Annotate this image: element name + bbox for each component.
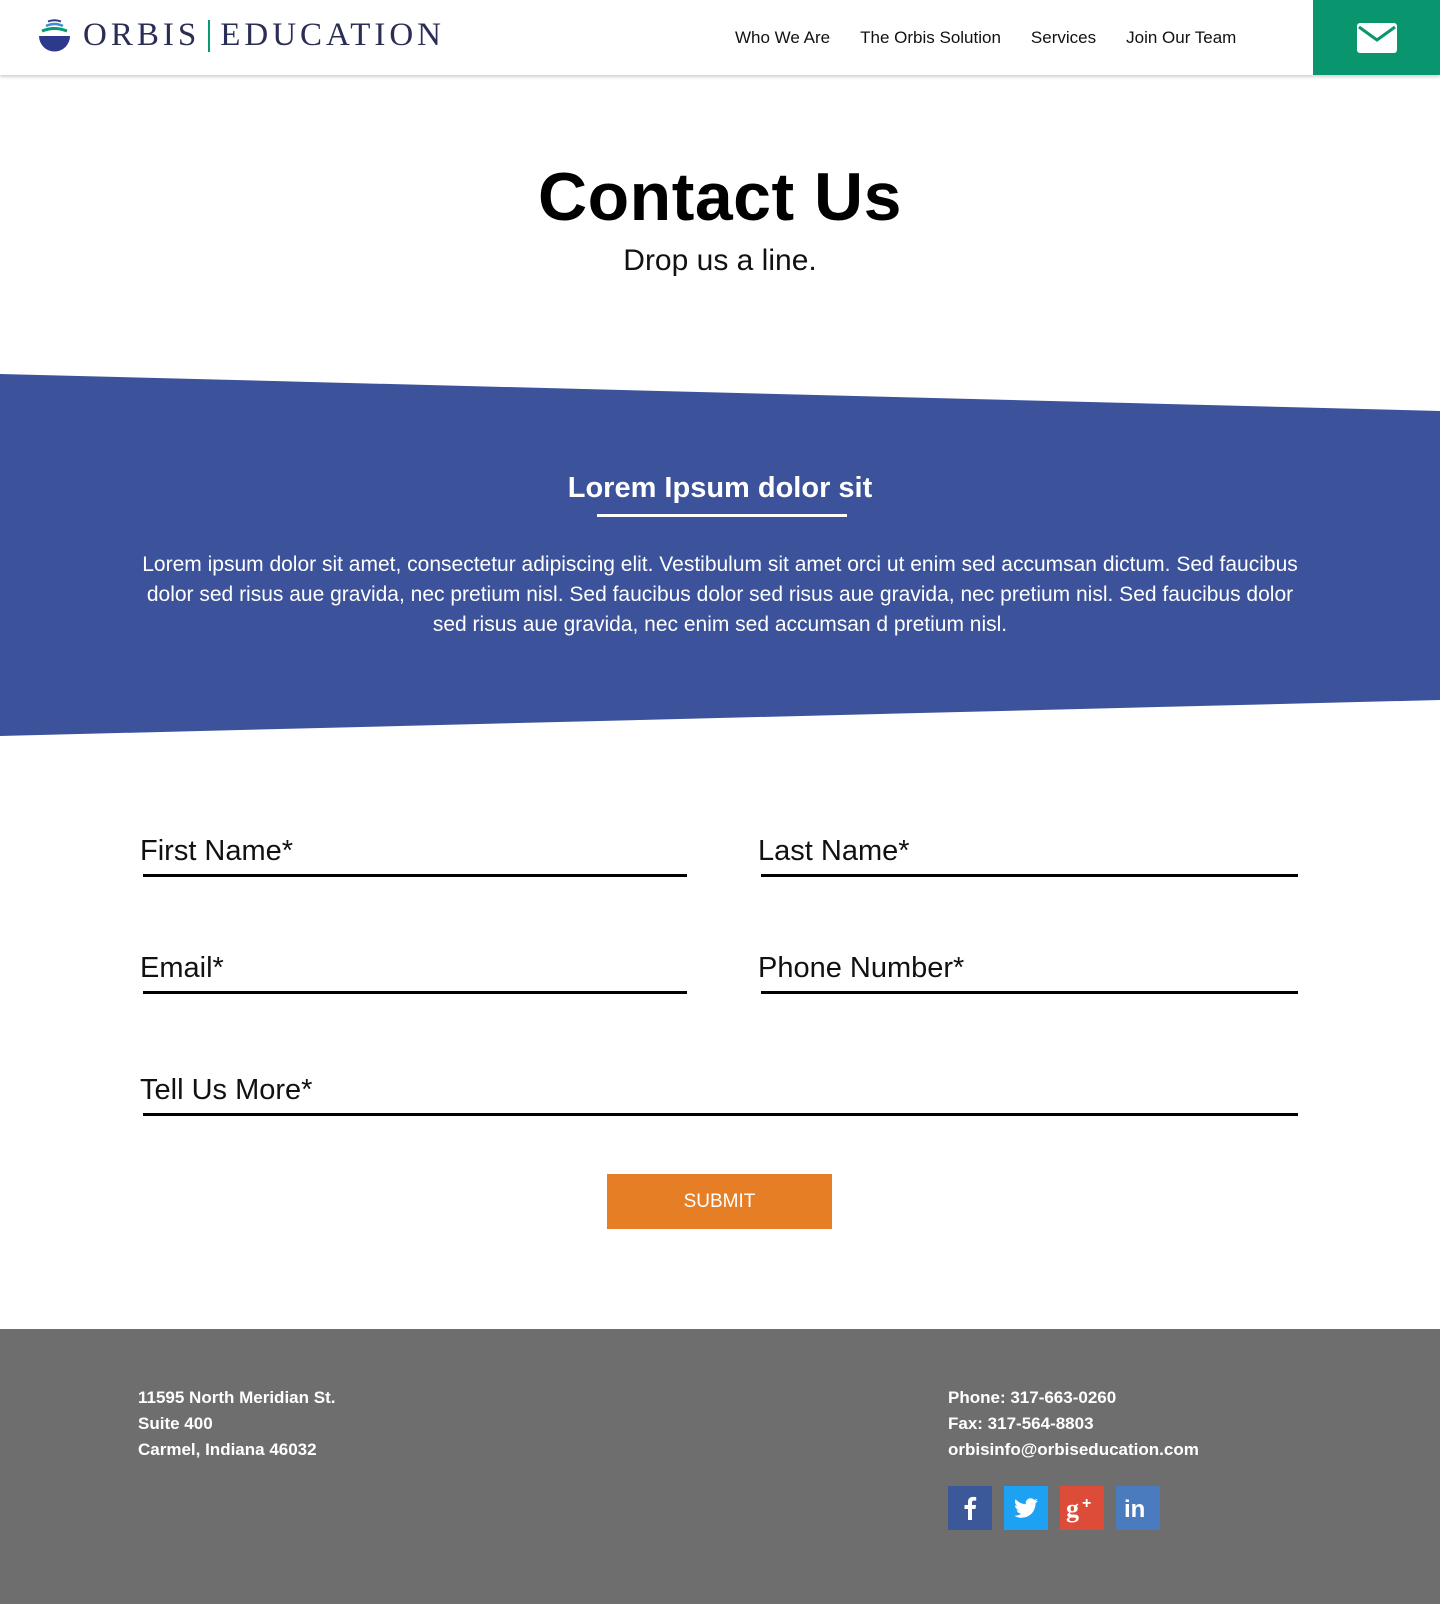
nav-services[interactable]: Services xyxy=(1031,28,1096,48)
first-name-input[interactable] xyxy=(140,835,684,868)
logo-text-education: EDUCATION xyxy=(220,17,446,53)
address-line-2: Suite 400 xyxy=(138,1414,213,1433)
message-field xyxy=(140,1059,1298,1116)
linkedin-icon[interactable]: in xyxy=(1116,1486,1160,1530)
footer-phone[interactable]: Phone: 317-663-0260 xyxy=(948,1385,1199,1411)
last-name-field xyxy=(758,820,1298,877)
logo[interactable]: ORBIS EDUCATION xyxy=(36,17,445,54)
main-nav: Who We Are The Orbis Solution Services J… xyxy=(735,0,1236,75)
orbis-globe-icon xyxy=(39,19,70,52)
contact-mail-button[interactable] xyxy=(1313,0,1440,75)
nav-who-we-are[interactable]: Who We Are xyxy=(735,28,830,48)
logo-wordmark: ORBIS EDUCATION xyxy=(83,19,445,52)
site-header: ORBIS EDUCATION Who We Are The Orbis Sol… xyxy=(0,0,1440,75)
logo-divider xyxy=(208,19,211,52)
social-links: g + in xyxy=(948,1486,1160,1530)
google-plus-icon[interactable]: g + xyxy=(1060,1486,1104,1530)
svg-text:+: + xyxy=(1082,1495,1091,1512)
band-heading-underline xyxy=(597,514,847,517)
nav-join-our-team[interactable]: Join Our Team xyxy=(1126,28,1236,48)
footer-contact: Phone: 317-663-0260 Fax: 317-564-8803 or… xyxy=(948,1385,1199,1463)
facebook-icon[interactable] xyxy=(948,1486,992,1530)
svg-text:in: in xyxy=(1124,1496,1145,1523)
nav-orbis-solution[interactable]: The Orbis Solution xyxy=(860,28,1001,48)
envelope-icon xyxy=(1356,22,1397,53)
phone-field xyxy=(758,937,1298,994)
band-heading: Lorem Ipsum dolor sit xyxy=(567,472,873,504)
logo-text-orbis: ORBIS xyxy=(83,17,201,53)
site-footer: 11595 North Meridian St. Suite 400 Carme… xyxy=(0,1329,1440,1604)
footer-address: 11595 North Meridian St. Suite 400 Carme… xyxy=(138,1385,335,1463)
page-title: Contact Us xyxy=(538,159,902,235)
last-name-input[interactable] xyxy=(758,835,1295,868)
submit-button[interactable]: SUBMIT xyxy=(607,1174,832,1229)
svg-text:g: g xyxy=(1066,1494,1079,1523)
message-input[interactable] xyxy=(140,1074,1295,1107)
email-field xyxy=(140,937,687,994)
email-input[interactable] xyxy=(140,952,684,985)
phone-input[interactable] xyxy=(758,952,1295,985)
address-line-3: Carmel, Indiana 46032 xyxy=(138,1440,317,1459)
footer-fax: Fax: 317-564-8803 xyxy=(948,1414,1094,1433)
twitter-icon[interactable] xyxy=(1004,1486,1048,1530)
band-paragraph: Lorem ipsum dolor sit amet, consectetur … xyxy=(142,553,1298,636)
page-subtitle: Drop us a line. xyxy=(623,244,817,277)
footer-email[interactable]: orbisinfo@orbiseducation.com xyxy=(948,1437,1199,1463)
first-name-field xyxy=(140,820,687,877)
address-line-1: 11595 North Meridian St. xyxy=(138,1388,336,1407)
